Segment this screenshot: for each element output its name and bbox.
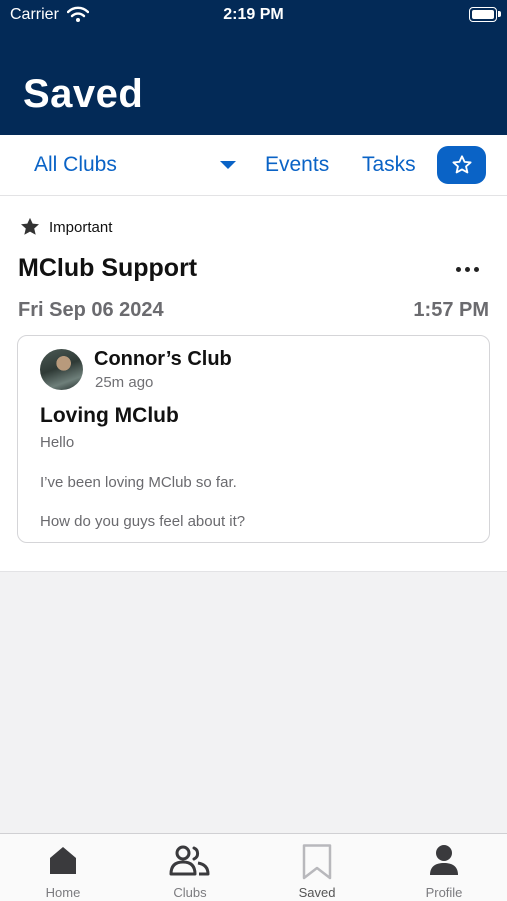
chevron-down-icon[interactable] xyxy=(220,161,236,169)
post-preview[interactable]: Connor’s Club 25m ago Loving MClub Hello… xyxy=(17,335,490,543)
filter-events[interactable]: Events xyxy=(265,153,329,177)
people-icon xyxy=(127,844,253,880)
saved-date: Fri Sep 06 2024 xyxy=(18,299,164,321)
club-filter-dropdown[interactable]: All Clubs xyxy=(34,153,117,177)
status-time: 2:19 PM xyxy=(223,6,284,23)
tab-profile-label: Profile xyxy=(425,885,463,900)
star-icon xyxy=(21,217,39,235)
person-icon xyxy=(381,844,507,880)
tab-clubs-label: Clubs xyxy=(173,885,207,900)
status-bar: Carrier 2:19 PM xyxy=(0,0,507,32)
post-title: Loving MClub xyxy=(40,404,179,427)
page-title: Saved xyxy=(23,72,144,116)
app-header: Carrier 2:19 PM Saved xyxy=(0,0,507,135)
club-name: Connor’s Club xyxy=(94,348,232,370)
tab-home-label: Home xyxy=(45,885,81,900)
important-label: Important xyxy=(49,218,113,236)
tab-clubs[interactable]: Clubs xyxy=(127,834,253,901)
bookmark-icon xyxy=(254,844,380,880)
filter-tasks[interactable]: Tasks xyxy=(362,153,416,177)
star-outline-icon xyxy=(451,155,472,174)
post-timestamp: 25m ago xyxy=(95,374,154,391)
saved-item-title: MClub Support xyxy=(18,254,198,282)
saved-time: 1:57 PM xyxy=(413,299,489,321)
saved-item-card[interactable]: Important MClub Support Fri Sep 06 2024 … xyxy=(0,196,507,572)
club-avatar xyxy=(40,349,83,390)
tab-saved-label: Saved xyxy=(298,885,336,900)
filter-starred-button[interactable] xyxy=(437,146,486,184)
post-body-line: I’ve been loving MClub so far. xyxy=(40,474,237,491)
filter-bar: All Clubs Events Tasks xyxy=(0,135,507,196)
battery-icon xyxy=(469,7,501,22)
post-body-line: Hello xyxy=(40,434,75,451)
tab-profile[interactable]: Profile xyxy=(381,834,507,901)
bottom-tab-bar: Home Clubs Saved Profile xyxy=(0,833,507,901)
home-icon xyxy=(0,844,126,880)
tab-home[interactable]: Home xyxy=(0,834,126,901)
tab-saved[interactable]: Saved xyxy=(254,834,380,901)
important-flag: Important xyxy=(19,216,112,238)
more-options-icon[interactable] xyxy=(452,262,482,276)
post-body-line: How do you guys feel about it? xyxy=(40,513,246,530)
